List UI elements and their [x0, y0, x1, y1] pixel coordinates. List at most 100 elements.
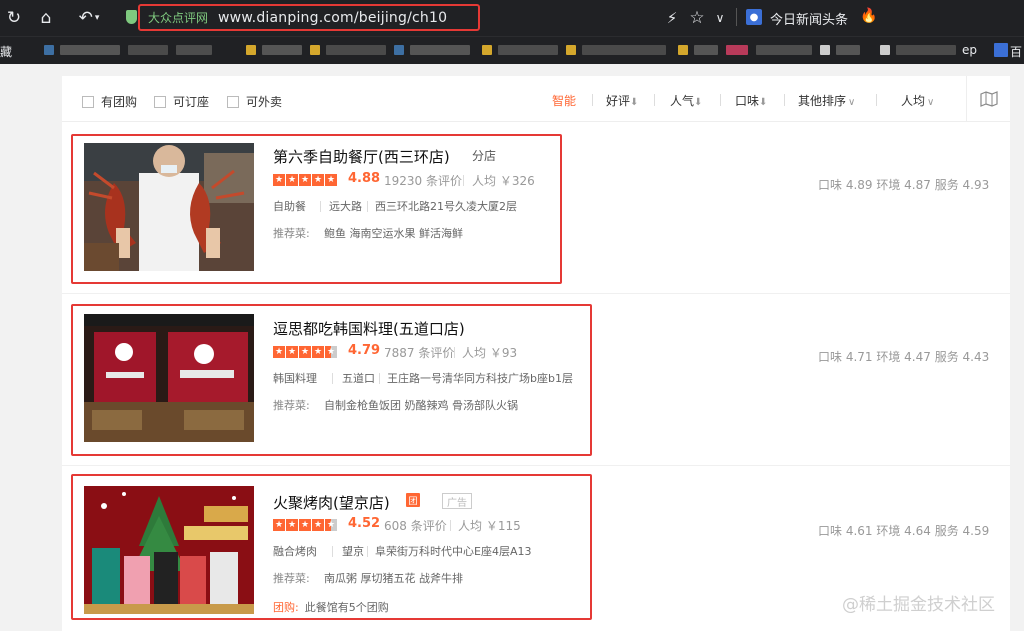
bookmark-item[interactable]	[262, 45, 302, 55]
review-count[interactable]: 7887 条评价	[384, 344, 454, 361]
bookmark-item[interactable]	[410, 45, 470, 55]
shop-score: 4.88	[348, 171, 381, 186]
reload-icon[interactable]: ↻	[4, 6, 24, 30]
bookmark-favicon[interactable]	[394, 45, 404, 55]
sort-rating[interactable]: 好评⬇	[606, 92, 638, 109]
divider	[379, 373, 380, 384]
sort-label: 其他排序	[798, 94, 847, 108]
divider	[463, 175, 464, 186]
arrow-down-icon: ⬇	[759, 97, 768, 108]
shop-category[interactable]: 自助餐	[273, 198, 306, 214]
checkbox[interactable]	[82, 95, 94, 108]
bookmark-item[interactable]	[326, 45, 386, 55]
shop-address: 西三环北路21号久凌大厦2层	[375, 200, 517, 213]
shop-title[interactable]: 逗思都吃韩国料理(五道口店)	[273, 318, 465, 339]
shop-address: 阜荣街万科时代中心E座4层A13	[375, 545, 532, 558]
bookmark-favicon[interactable]	[726, 45, 748, 55]
paw-icon[interactable]: ●	[746, 9, 762, 25]
undo-icon[interactable]: ↶ ▾	[72, 6, 106, 30]
bookmark-item[interactable]	[60, 45, 120, 55]
shop-title[interactable]: 火聚烤肉(望京店)	[273, 492, 390, 513]
review-count[interactable]: 19230 条评价	[384, 172, 462, 189]
shop-photo[interactable]	[84, 486, 254, 614]
bookmark-favicon[interactable]	[678, 45, 688, 55]
shop-photo[interactable]	[84, 314, 254, 442]
shop-district[interactable]: 五道口	[342, 370, 375, 386]
sort-popularity[interactable]: 人气⬇	[670, 92, 702, 109]
star-icon[interactable]: ☆	[688, 6, 706, 30]
site-name: 大众点评网	[148, 11, 209, 25]
bookmark-item[interactable]	[176, 45, 212, 55]
star-half-icon: ★	[325, 519, 337, 531]
bookmark-item[interactable]	[896, 45, 956, 55]
divider	[876, 94, 877, 106]
ad-tag: 广告	[442, 493, 472, 509]
filter-reservation[interactable]: 可订座	[154, 93, 209, 110]
recommend-dishes[interactable]: 鲍鱼 海南空运水果 鲜活海鲜	[324, 225, 463, 241]
filter-takeout[interactable]: 可外卖	[227, 93, 282, 110]
lightning-icon[interactable]: ⚡	[664, 6, 680, 30]
filter-label: 可订座	[173, 95, 210, 109]
bookmark-favicon[interactable]	[566, 45, 576, 55]
shop-score: 4.52	[348, 516, 381, 531]
shop-item: 第六季自助餐厅(西三环店) 分店 ★ ★ ★ ★ ★ 4.88 19230 条评价 人均…	[62, 122, 1010, 294]
avg-price: 人均 ￥93	[462, 346, 518, 360]
shop-title[interactable]: 第六季自助餐厅(西三环店)	[273, 146, 450, 167]
address-bar[interactable]: 大众点评网 www.dianping.com/beijing/ch10	[138, 4, 480, 31]
shop-district[interactable]: 望京	[342, 543, 364, 559]
sort-avg-price[interactable]: 人均 ∨	[901, 92, 934, 109]
chevron-down-icon[interactable]: ∨	[712, 6, 728, 30]
bookmark-favicon[interactable]	[482, 45, 492, 55]
shield-icon	[126, 10, 137, 24]
shop-category[interactable]: 韩国料理	[273, 370, 317, 386]
sort-taste[interactable]: 口味⬇	[735, 92, 767, 109]
home-icon[interactable]: ⌂	[34, 6, 58, 30]
bookmark-item[interactable]	[756, 45, 812, 55]
bookmark-favicon[interactable]	[310, 45, 320, 55]
recommend-label: 推荐菜:	[273, 572, 310, 585]
bookmark-label-ep[interactable]: ep	[962, 43, 977, 57]
bookmark-favicon[interactable]	[44, 45, 54, 55]
shop-item: 逗思都吃韩国料理(五道口店) ★ ★ ★ ★ ★ 4.79 7887 条评价 人均 ￥9…	[62, 294, 1010, 466]
sort-smart[interactable]: 智能	[552, 92, 576, 109]
shop-district[interactable]: 远大路	[329, 198, 362, 214]
filter-groupbuy[interactable]: 有团购	[82, 93, 137, 110]
bookmark-item[interactable]	[694, 45, 718, 55]
star-icon: ★	[273, 346, 285, 358]
sort-other[interactable]: 其他排序 ∨	[798, 92, 855, 109]
review-count[interactable]: 608 条评价	[384, 517, 447, 534]
star-rating: ★ ★ ★ ★ ★	[273, 346, 337, 358]
checkbox[interactable]	[227, 95, 239, 108]
bookmark-label-left[interactable]: 藏	[0, 43, 12, 60]
map-button[interactable]	[966, 76, 1010, 122]
recommend-label: 推荐菜:	[273, 399, 310, 412]
sort-label: 人均	[901, 94, 926, 108]
browser-toolbar: ↻ ⌂ ↶ ▾ 大众点评网 www.dianping.com/beijing/ch…	[0, 0, 1024, 36]
star-rating: ★ ★ ★ ★ ★	[273, 519, 337, 531]
checkbox[interactable]	[154, 95, 166, 108]
groupbuy-badge[interactable]: 团	[406, 493, 420, 507]
bookmark-item[interactable]	[128, 45, 168, 55]
shop-list-page: 有团购 可订座 可外卖 智能 好评⬇ 人气⬇ 口味⬇ 其他排序 ∨ 人均 ∨ 第…	[62, 76, 1010, 631]
recommend-dishes[interactable]: 自制金枪鱼饭团 奶酪辣鸡 骨汤部队火锅	[324, 397, 518, 413]
bookmark-favicon[interactable]	[820, 45, 830, 55]
shop-photo[interactable]	[84, 143, 254, 271]
branch-tag[interactable]: 分店	[472, 147, 496, 164]
bookmark-label-bai[interactable]: 百	[1010, 43, 1022, 60]
bookmark-item[interactable]	[498, 45, 558, 55]
bookmark-favicon[interactable]	[880, 45, 890, 55]
recommend-dishes[interactable]: 南瓜粥 厚切猪五花 战斧牛排	[324, 570, 463, 586]
news-link[interactable]: 今日新闻头条	[770, 9, 848, 28]
bookmark-item[interactable]	[582, 45, 666, 55]
divider	[367, 546, 368, 557]
sub-ratings: 口味 4.61 环境 4.64 服务 4.59	[818, 524, 990, 538]
shop-category[interactable]: 融合烤肉	[273, 543, 317, 559]
baidu-icon[interactable]	[994, 43, 1008, 57]
bookmark-favicon[interactable]	[246, 45, 256, 55]
avg-price: 人均 ￥326	[472, 174, 535, 188]
groupbuy-info[interactable]: 团购: 此餐馆有5个团购	[273, 599, 389, 615]
filter-label: 有团购	[101, 95, 138, 109]
chevron-down-icon: ∨	[848, 97, 856, 108]
bookmark-item[interactable]	[836, 45, 860, 55]
toolbar-divider	[736, 8, 737, 26]
